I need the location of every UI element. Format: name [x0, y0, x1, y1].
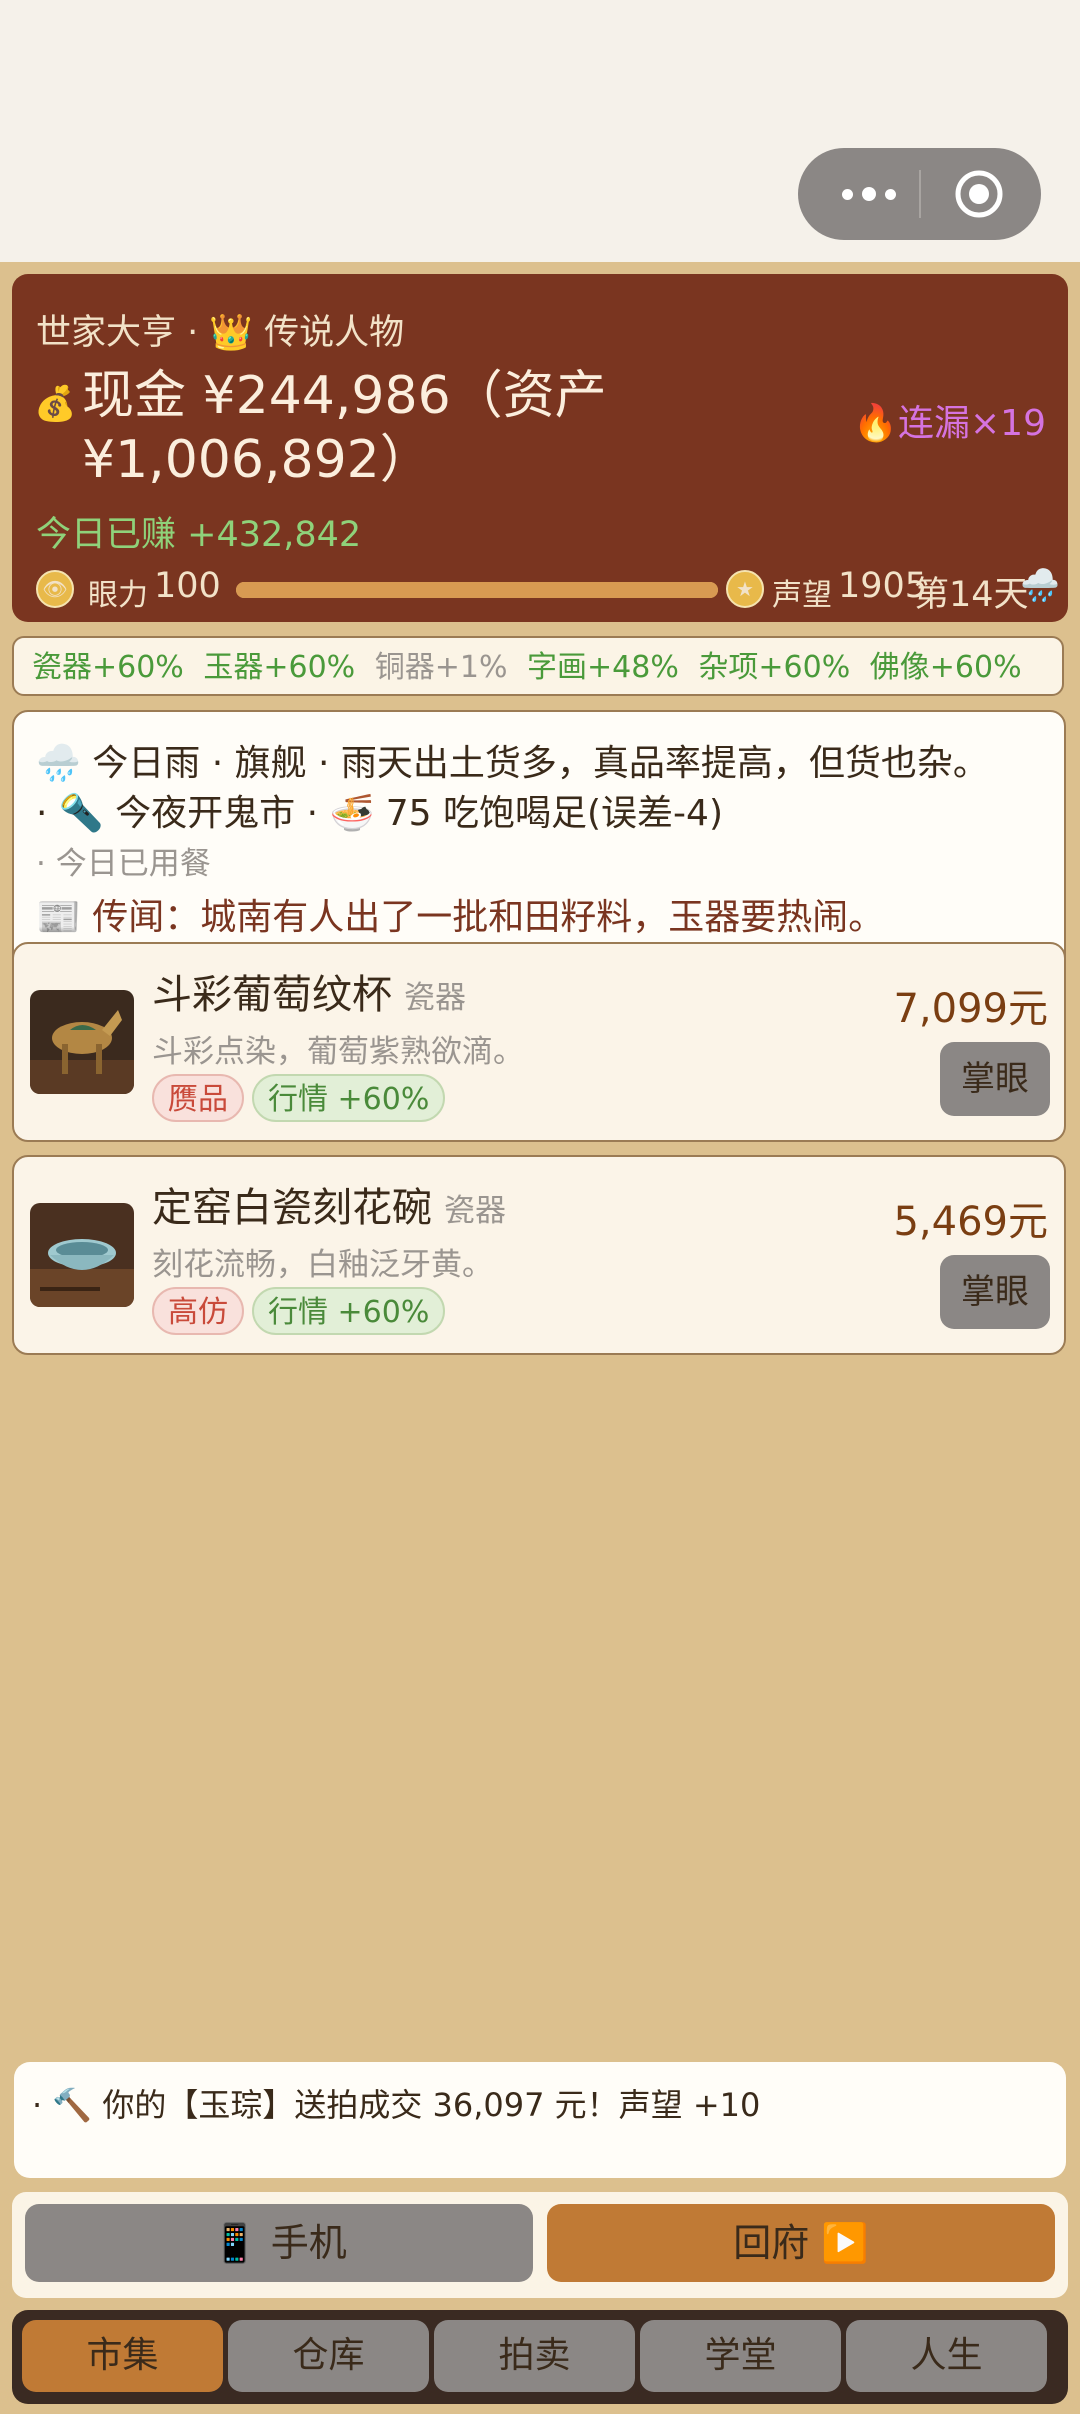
item-card[interactable]: 定窑白瓷刻花碗 瓷器 刻花流畅，白釉泛牙黄。 高仿 行情 +60% 5,469元 … — [12, 1155, 1066, 1355]
eye-label: 眼力 — [88, 578, 148, 613]
grade-badge: 赝品 — [152, 1074, 244, 1122]
item-description: 斗彩点染，葡萄紫熟欲滴。 — [152, 1034, 524, 1070]
tab-auction[interactable]: 拍卖 — [434, 2320, 635, 2392]
appraise-button[interactable]: 掌眼 — [940, 1042, 1050, 1116]
modifier-painting: 字画+48% — [527, 650, 679, 685]
return-home-button[interactable]: 回府 ▶️ — [547, 2204, 1055, 2282]
cash-and-assets: 现金 ¥244,986（资产 ¥1,006,892） — [82, 366, 607, 490]
item-thumbnail — [30, 1203, 134, 1307]
tab-life[interactable]: 人生 — [846, 2320, 1047, 2392]
eye-icon: 👁 — [36, 570, 74, 608]
meal-status: · 今日已用餐 — [36, 846, 211, 882]
earned-today: 今日已赚 +432,842 — [36, 515, 362, 555]
day-counter: 第14天 — [914, 575, 1029, 615]
eye-value: 100 — [154, 566, 221, 606]
weather-line: 🌧️ 今日雨 · 旗舰 · 雨天出土货多，真品率提高，但货也杂。 — [36, 743, 989, 784]
modifier-misc: 杂项+60% — [698, 650, 851, 685]
market-badge: 行情 +60% — [252, 1287, 446, 1335]
eye-progress-bar — [236, 582, 718, 598]
market-badge: 行情 +60% — [252, 1074, 446, 1122]
money-bag-icon: 💰 — [34, 384, 77, 424]
night-market-line: · 🔦 今夜开鬼市 · 🍜 75 吃饱喝足(误差-4) — [36, 793, 723, 834]
item-thumbnail — [30, 990, 134, 1094]
modifier-bronze: 铜器+1% — [374, 650, 508, 685]
phone-button[interactable]: 📱 手机 — [25, 2204, 533, 2282]
rain-icon: 🌧️ — [1020, 566, 1060, 604]
mini-program-capsule — [798, 148, 1041, 240]
modifier-jade: 玉器+60% — [203, 650, 356, 685]
appraise-button[interactable]: 掌眼 — [940, 1255, 1050, 1329]
item-name: 定窑白瓷刻花碗 瓷器 — [152, 1185, 506, 1231]
item-tags: 赝品 行情 +60% — [152, 1074, 446, 1122]
player-title: 世家大亨 · 👑 传说人物 — [36, 313, 405, 353]
mini-program-topbar — [0, 0, 1080, 262]
streak-badge: 🔥连漏×19 — [853, 403, 1046, 444]
modifier-porcelain: 瓷器+60% — [32, 650, 184, 685]
game-main: 世家大亨 · 👑 传说人物 💰 现金 ¥244,986（资产 ¥1,006,89… — [0, 262, 1080, 2414]
eye-progress-fill — [236, 582, 718, 598]
market-modifiers: 瓷器+60% 玉器+60% 铜器+1% 字画+48% 杂项+60% 佛像+60% — [12, 636, 1064, 696]
player-stats: 👁 眼力 100 ★ 声望 1905 第14天 🌧️ — [36, 566, 1060, 620]
item-price: 5,469元 — [893, 1199, 1048, 1245]
grade-badge: 高仿 — [152, 1287, 244, 1335]
tab-school[interactable]: 学堂 — [640, 2320, 841, 2392]
item-name: 斗彩葡萄纹杯 瓷器 — [152, 972, 466, 1018]
fame-label: 声望 — [772, 578, 832, 613]
player-header: 世家大亨 · 👑 传说人物 💰 现金 ¥244,986（资产 ¥1,006,89… — [12, 274, 1068, 622]
tab-warehouse[interactable]: 仓库 — [228, 2320, 429, 2392]
capsule-divider — [919, 170, 921, 218]
rumor-line: 📰 传闻：城南有人出了一批和田籽料，玉器要热闹。 — [36, 897, 885, 938]
more-menu-icon[interactable] — [824, 148, 914, 240]
item-category: 瓷器 — [404, 980, 466, 1016]
close-target-icon[interactable] — [953, 168, 1005, 220]
item-category: 瓷器 — [444, 1193, 506, 1229]
item-tags: 高仿 行情 +60% — [152, 1287, 446, 1335]
modifier-buddha: 佛像+60% — [869, 650, 1022, 685]
tab-market[interactable]: 市集 — [22, 2320, 223, 2392]
fame-icon: ★ — [726, 570, 764, 608]
event-log: · 🔨 你的【玉琮】送拍成交 36,097 元！声望 +10 — [14, 2062, 1066, 2178]
bottom-nav: 市集 仓库 拍卖 学堂 人生 — [12, 2310, 1068, 2404]
item-description: 刻花流畅，白釉泛牙黄。 — [152, 1247, 493, 1283]
item-card[interactable]: 斗彩葡萄纹杯 瓷器 斗彩点染，葡萄紫熟欲滴。 赝品 行情 +60% 7,099元 … — [12, 942, 1066, 1142]
item-price: 7,099元 — [893, 986, 1048, 1032]
action-bar: 📱 手机 回府 ▶️ — [12, 2192, 1068, 2298]
